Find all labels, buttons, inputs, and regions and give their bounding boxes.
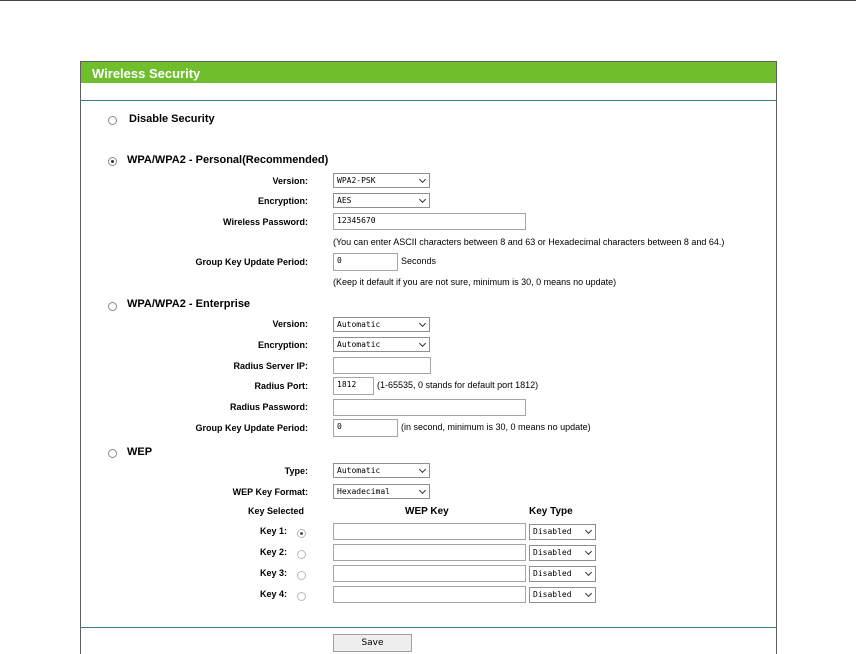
wep-key-header: WEP Key [405, 506, 449, 517]
radius-server-ip-input[interactable] [333, 357, 431, 374]
key-2-type-value: Disabled [533, 548, 572, 557]
wpa-personal-radio[interactable] [108, 157, 117, 166]
seconds-unit-label: Seconds [401, 256, 437, 266]
key-3-type-value: Disabled [533, 569, 572, 578]
enterprise-group-key-input[interactable]: 0 [333, 419, 398, 437]
key-2-radio[interactable] [297, 550, 306, 559]
page-title: Wireless Security [92, 66, 201, 81]
radius-port-input[interactable]: 1812 [333, 377, 374, 395]
personal-encryption-label: Encryption: [257, 196, 308, 206]
wep-key-format-select[interactable]: Hexadecimal [333, 484, 430, 499]
wireless-password-value: 12345670 [337, 216, 376, 225]
key-selected-header: Key Selected [248, 506, 305, 516]
key-4-input[interactable] [333, 586, 526, 603]
wep-key-format-value: Hexadecimal [337, 487, 390, 496]
header-divider [81, 100, 776, 101]
disable-security-label: Disable Security [129, 113, 215, 125]
radius-port-label: Radius Port: [254, 381, 308, 391]
key-4-type-select[interactable]: Disabled [529, 587, 596, 603]
wpa-personal-label: WPA/WPA2 - Personal(Recommended) [127, 154, 329, 166]
personal-group-key-value: 0 [337, 256, 342, 265]
personal-encryption-select[interactable]: AES [333, 193, 430, 208]
footer-divider [81, 627, 776, 628]
key-1-radio[interactable] [297, 529, 306, 538]
radius-port-hint: (1-65535, 0 stands for default port 1812… [377, 380, 539, 390]
enterprise-group-key-hint: (in second, minimum is 30, 0 means no up… [401, 422, 591, 432]
wpa-enterprise-label: WPA/WPA2 - Enterprise [127, 298, 251, 310]
key-4-type-value: Disabled [533, 590, 572, 599]
wpa-enterprise-radio[interactable] [108, 302, 117, 311]
enterprise-encryption-label: Encryption: [257, 340, 308, 350]
personal-group-key-hint: (Keep it default if you are not sure, mi… [333, 277, 617, 287]
enterprise-version-label: Version: [272, 319, 308, 329]
key-1-type-value: Disabled [533, 527, 572, 536]
personal-version-label: Version: [272, 176, 308, 186]
key-type-header: Key Type [529, 506, 573, 517]
disable-security-radio[interactable] [108, 116, 117, 125]
key-1-type-select[interactable]: Disabled [529, 524, 596, 540]
wep-label: WEP [127, 446, 153, 458]
wep-type-label: Type: [284, 466, 308, 476]
radius-port-value: 1812 [337, 380, 357, 389]
wireless-password-label: Wireless Password: [223, 217, 308, 227]
personal-version-select[interactable]: WPA2-PSK [333, 173, 430, 188]
key-2-label: Key 2: [260, 547, 288, 557]
key-3-input[interactable] [333, 565, 526, 582]
personal-version-value: WPA2-PSK [337, 176, 376, 185]
key-3-label: Key 3: [260, 568, 288, 578]
key-2-input[interactable] [333, 544, 526, 561]
key-1-input[interactable] [333, 523, 526, 540]
radius-password-input[interactable] [333, 399, 526, 416]
key-1-label: Key 1: [260, 526, 288, 536]
enterprise-group-key-value: 0 [337, 422, 342, 431]
key-4-label: Key 4: [260, 589, 288, 599]
save-button[interactable]: Save [333, 634, 412, 652]
top-divider [0, 0, 856, 1]
enterprise-version-value: Automatic [337, 320, 381, 329]
personal-group-key-input[interactable]: 0 [333, 253, 398, 271]
wep-radio[interactable] [108, 449, 117, 458]
personal-group-key-label: Group Key Update Period: [195, 257, 308, 267]
enterprise-version-select[interactable]: Automatic [333, 317, 430, 332]
key-3-type-select[interactable]: Disabled [529, 566, 596, 582]
radius-server-ip-label: Radius Server IP: [233, 361, 308, 371]
enterprise-encryption-value: Automatic [337, 340, 381, 349]
wep-type-select[interactable]: Automatic [333, 463, 430, 478]
enterprise-encryption-select[interactable]: Automatic [333, 337, 430, 352]
key-4-radio[interactable] [297, 592, 306, 601]
wep-type-value: Automatic [337, 466, 381, 475]
password-hint: (You can enter ASCII characters between … [333, 237, 725, 247]
radius-password-label: Radius Password: [229, 402, 308, 412]
key-2-type-select[interactable]: Disabled [529, 545, 596, 561]
key-3-radio[interactable] [297, 571, 306, 580]
wireless-password-input[interactable]: 12345670 [333, 213, 526, 230]
enterprise-group-key-label: Group Key Update Period: [195, 423, 308, 433]
personal-encryption-value: AES [337, 196, 352, 205]
wep-key-format-label: WEP Key Format: [232, 487, 308, 497]
